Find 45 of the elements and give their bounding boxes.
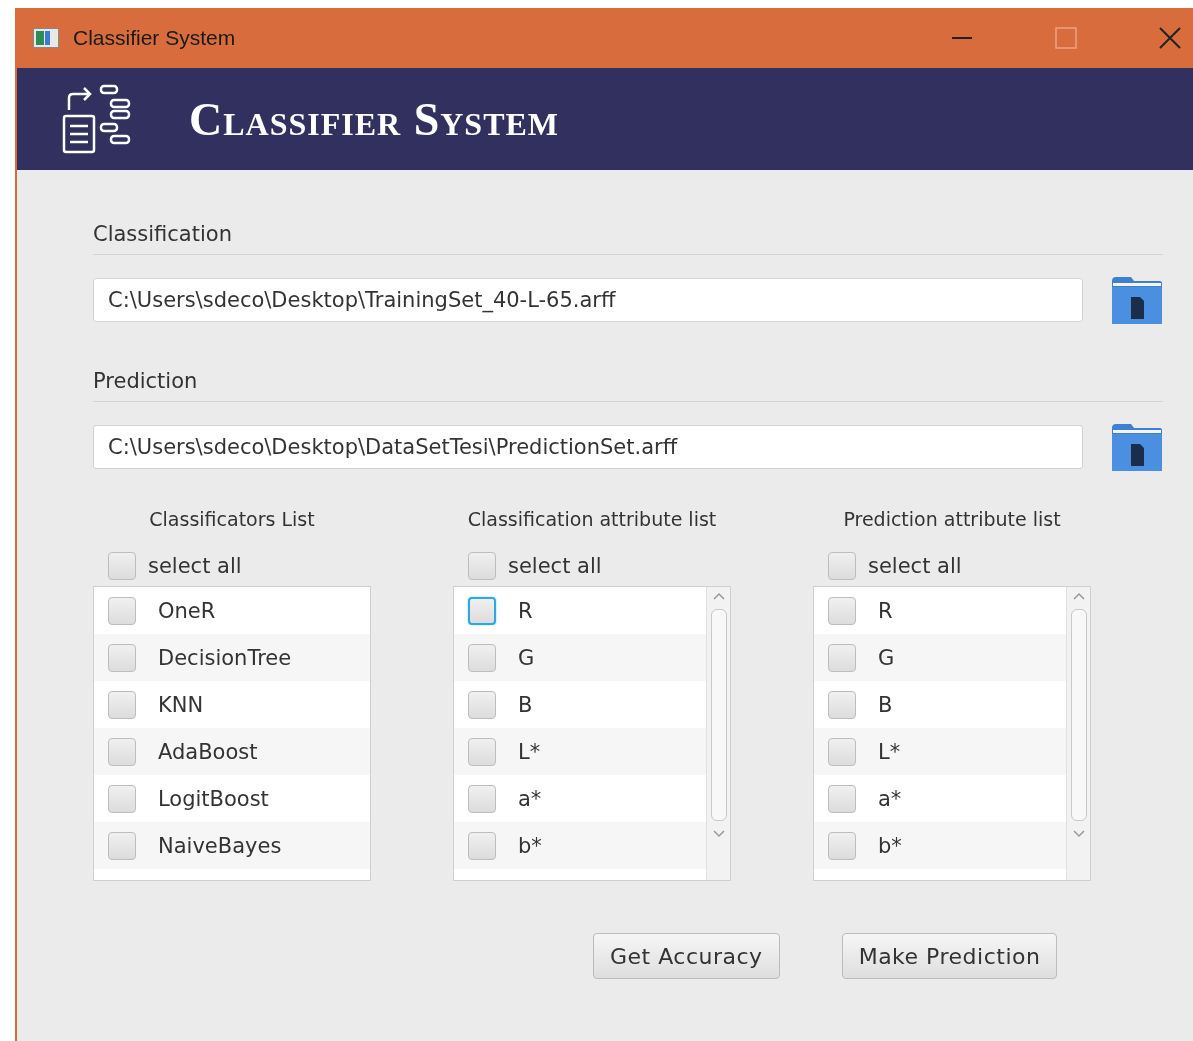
file-path-field[interactable]: C:\Users\sdeco\Desktop\DataSetTesi\PredictionSet.arff <box>93 425 1083 469</box>
list-item[interactable]: NaiveBayes <box>94 822 370 869</box>
list-item[interactable]: AdaBoost <box>94 728 370 775</box>
folder-icon <box>1111 422 1163 472</box>
section-label: Prediction <box>93 369 199 393</box>
list-title: Classificators List <box>149 508 315 530</box>
list-item[interactable]: L* <box>814 728 1066 775</box>
scroll-up-icon[interactable] <box>711 591 726 601</box>
folder-icon <box>1111 275 1163 325</box>
scroll-up-icon[interactable] <box>1071 591 1086 601</box>
list-item[interactable]: OneR <box>94 587 370 634</box>
list-item[interactable]: DecisionTree <box>94 634 370 681</box>
action-button[interactable]: Make Prediction <box>841 933 1058 979</box>
list-item[interactable]: b* <box>454 822 706 869</box>
browse-button[interactable] <box>1111 275 1163 325</box>
list-item[interactable]: R <box>454 587 706 634</box>
close-icon[interactable] <box>1159 27 1181 49</box>
select-all-checkbox[interactable]: select all <box>108 552 242 580</box>
app-title: Classifier System <box>189 92 560 146</box>
app-icon <box>33 28 59 48</box>
list-item[interactable]: LogitBoost <box>94 775 370 822</box>
list-item[interactable]: KNN <box>94 681 370 728</box>
window-title: Classifier System <box>73 26 236 50</box>
list-title: Prediction attribute list <box>843 508 1061 530</box>
list-item[interactable]: a* <box>454 775 706 822</box>
scroll-down-icon[interactable] <box>1071 829 1086 839</box>
list-title: Classification attribute list <box>467 508 717 530</box>
list-item[interactable]: R <box>814 587 1066 634</box>
file-path-field[interactable]: C:\Users\sdeco\Desktop\TrainingSet_40-L-65.arff <box>93 278 1083 322</box>
list-item[interactable]: a* <box>814 775 1066 822</box>
list-item[interactable]: B <box>814 681 1066 728</box>
select-all-checkbox[interactable]: select all <box>828 552 962 580</box>
select-all-checkbox[interactable]: select all <box>468 552 602 580</box>
list-item[interactable]: B <box>454 681 706 728</box>
scroll-down-icon[interactable] <box>711 829 726 839</box>
list-item[interactable]: G <box>454 634 706 681</box>
scrollbar[interactable] <box>1066 587 1090 880</box>
action-button[interactable]: Get Accuracy <box>593 933 780 979</box>
browse-button[interactable] <box>1111 422 1163 472</box>
section-label: Classification <box>93 222 233 246</box>
maximize-icon[interactable] <box>1055 27 1077 49</box>
list-item[interactable]: L* <box>454 728 706 775</box>
scrollbar[interactable] <box>706 587 730 880</box>
list-item[interactable]: G <box>814 634 1066 681</box>
list-item[interactable]: b* <box>814 822 1066 869</box>
